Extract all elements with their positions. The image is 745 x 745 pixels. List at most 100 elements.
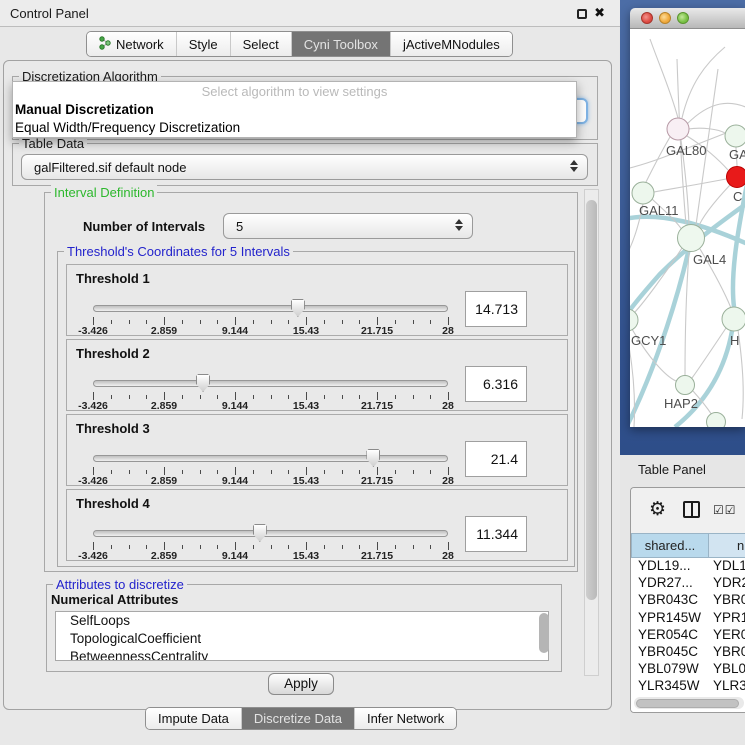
cell-name[interactable]: YBR0 [709, 644, 745, 661]
slider-tick [324, 545, 325, 549]
table-row[interactable]: YBR043CYBR0 [631, 592, 745, 609]
cell-shared-name[interactable]: YBR045C [631, 644, 709, 661]
slider-tick [93, 317, 94, 325]
slider-thumb[interactable] [196, 374, 210, 392]
network-edge[interactable] [654, 179, 726, 192]
slider-tick [413, 545, 414, 549]
tab-discretize-data[interactable]: Discretize Data [242, 708, 355, 729]
slider-tick [448, 542, 449, 550]
table-row[interactable]: YER054CYER0 [631, 627, 745, 644]
network-edge[interactable] [682, 47, 725, 118]
slider-thumb[interactable] [366, 449, 380, 467]
cell-name[interactable]: YBR0 [709, 592, 745, 609]
table-row[interactable]: YPR145WYPR1 [631, 610, 745, 627]
threshold-4-slider[interactable] [93, 524, 448, 544]
cell-name[interactable]: YBL0 [709, 661, 745, 678]
cell-name[interactable]: YDR2 [709, 575, 745, 592]
gear-icon[interactable]: ⚙ [649, 498, 666, 521]
table-data-combobox[interactable]: galFiltered.sif default node [21, 154, 588, 180]
column-header-shared-name[interactable]: shared... [631, 533, 709, 558]
cell-shared-name[interactable]: YBL079W [631, 661, 709, 678]
control-panel-titlebar: Control Panel ✖ [0, 0, 620, 27]
network-edge[interactable] [688, 128, 725, 133]
network-node-bottom-node[interactable] [707, 413, 726, 428]
network-node-gal11[interactable] [632, 182, 654, 204]
table-horizontal-scrollbar[interactable] [634, 697, 744, 709]
attribute-list-item[interactable]: TopologicalCoefficient [56, 630, 548, 648]
slider-tick-label: 2.859 [151, 325, 177, 337]
number-of-intervals-combobox[interactable]: 5 [223, 213, 473, 239]
cell-shared-name[interactable]: YLR345W [631, 678, 709, 695]
cell-shared-name[interactable]: YDL19... [631, 558, 709, 575]
threshold-4-value-field[interactable]: 11.344 [465, 516, 527, 552]
split-columns-icon[interactable] [683, 501, 700, 518]
numerical-attributes-list[interactable]: SelfLoopsTopologicalCoefficientBetweenne… [55, 611, 549, 661]
tab-network[interactable]: Network [87, 32, 177, 56]
column-header-name[interactable]: n [709, 533, 745, 558]
table-row[interactable]: YBR045CYBR0 [631, 644, 745, 661]
network-edge[interactable] [687, 103, 745, 124]
table-row[interactable]: YBL079WYBL0 [631, 661, 745, 678]
close-icon[interactable]: ✖ [594, 5, 605, 21]
threshold-3-panel: Threshold 3 -3.4262.8599.14415.4321.7152… [66, 414, 568, 486]
threshold-3-slider[interactable] [93, 449, 448, 469]
network-node-h-node[interactable] [722, 307, 745, 331]
network-window-titlebar[interactable] [630, 8, 745, 29]
tab-select[interactable]: Select [231, 32, 292, 56]
network-node-gal4[interactable] [678, 225, 705, 252]
algorithm-option-equal-width[interactable]: Equal Width/Frequency Discretization [15, 120, 240, 135]
cell-name[interactable]: YDL1 [709, 558, 745, 575]
cell-name[interactable]: YPR1 [709, 610, 745, 627]
slider-thumb[interactable] [253, 524, 267, 542]
slider-tick [306, 317, 307, 325]
slider-tick [146, 470, 147, 474]
cell-shared-name[interactable]: YDR27... [631, 575, 709, 592]
close-traffic-light-icon[interactable] [641, 12, 653, 24]
network-node-node-upper-right[interactable] [725, 125, 745, 147]
tab-jactivemnodules[interactable]: jActiveMNodules [391, 32, 512, 56]
table-row[interactable]: YLR345WYLR3 [631, 678, 745, 695]
attribute-list-item[interactable]: SelfLoops [56, 612, 548, 630]
zoom-traffic-light-icon[interactable] [677, 12, 689, 24]
network-node-hap2[interactable] [676, 376, 695, 395]
network-node-red-node[interactable] [727, 167, 745, 188]
interval-definition-group: Interval Definition Number of Intervals … [44, 192, 578, 572]
table-panel-region: Table Panel ⚙ ☑☑ shared... n YDL19...YDL… [620, 455, 745, 745]
table-horizontal-scrollbar-thumb[interactable] [636, 699, 739, 708]
network-edge[interactable] [650, 39, 678, 118]
network-node-label-gcy1: GCY1 [631, 333, 666, 348]
float-window-icon[interactable] [577, 9, 587, 19]
threshold-3-value-field[interactable]: 21.4 [465, 441, 527, 477]
network-node-gcy1[interactable] [630, 309, 638, 331]
cell-shared-name[interactable]: YBR043C [631, 592, 709, 609]
algorithm-option-manual[interactable]: Manual Discretization [15, 102, 154, 117]
tab-impute-data[interactable]: Impute Data [146, 708, 242, 729]
slider-tick [182, 395, 183, 399]
number-of-intervals-label: Number of Intervals [83, 219, 205, 234]
tab-cyni-toolbox[interactable]: Cyni Toolbox [292, 32, 391, 56]
threshold-1-slider[interactable] [93, 299, 448, 319]
slider-tick-labels: -3.4262.8599.14415.4321.71528 [93, 550, 448, 562]
network-canvas[interactable]: GAL80GACGAL11GAL4GCY1HHAP2 [630, 29, 745, 427]
cell-name[interactable]: YER0 [709, 627, 745, 644]
network-node-gal80[interactable] [667, 118, 689, 140]
settings-scrollbar-thumb[interactable] [586, 200, 597, 600]
table-row[interactable]: YDR27...YDR2 [631, 575, 745, 592]
table-row[interactable]: YDL19...YDL1 [631, 558, 745, 575]
threshold-2-slider[interactable] [93, 374, 448, 394]
tab-infer-network[interactable]: Infer Network [355, 708, 456, 729]
select-columns-icons[interactable]: ☑☑ [713, 503, 737, 517]
cell-shared-name[interactable]: YER054C [631, 627, 709, 644]
attribute-list-item[interactable]: BetweennessCentrality [56, 648, 548, 661]
threshold-2-value-field[interactable]: 6.316 [465, 366, 527, 402]
cell-shared-name[interactable]: YPR145W [631, 610, 709, 627]
attributes-list-scrollbar-thumb[interactable] [539, 613, 549, 653]
threshold-1-value-field[interactable]: 14.713 [465, 291, 527, 327]
slider-tick [342, 395, 343, 399]
settings-scrollbar[interactable] [584, 189, 599, 676]
slider-thumb[interactable] [291, 299, 305, 317]
cell-name[interactable]: YLR3 [709, 678, 745, 695]
minimize-traffic-light-icon[interactable] [659, 12, 671, 24]
apply-button[interactable]: Apply [268, 673, 334, 695]
tab-style[interactable]: Style [177, 32, 231, 56]
